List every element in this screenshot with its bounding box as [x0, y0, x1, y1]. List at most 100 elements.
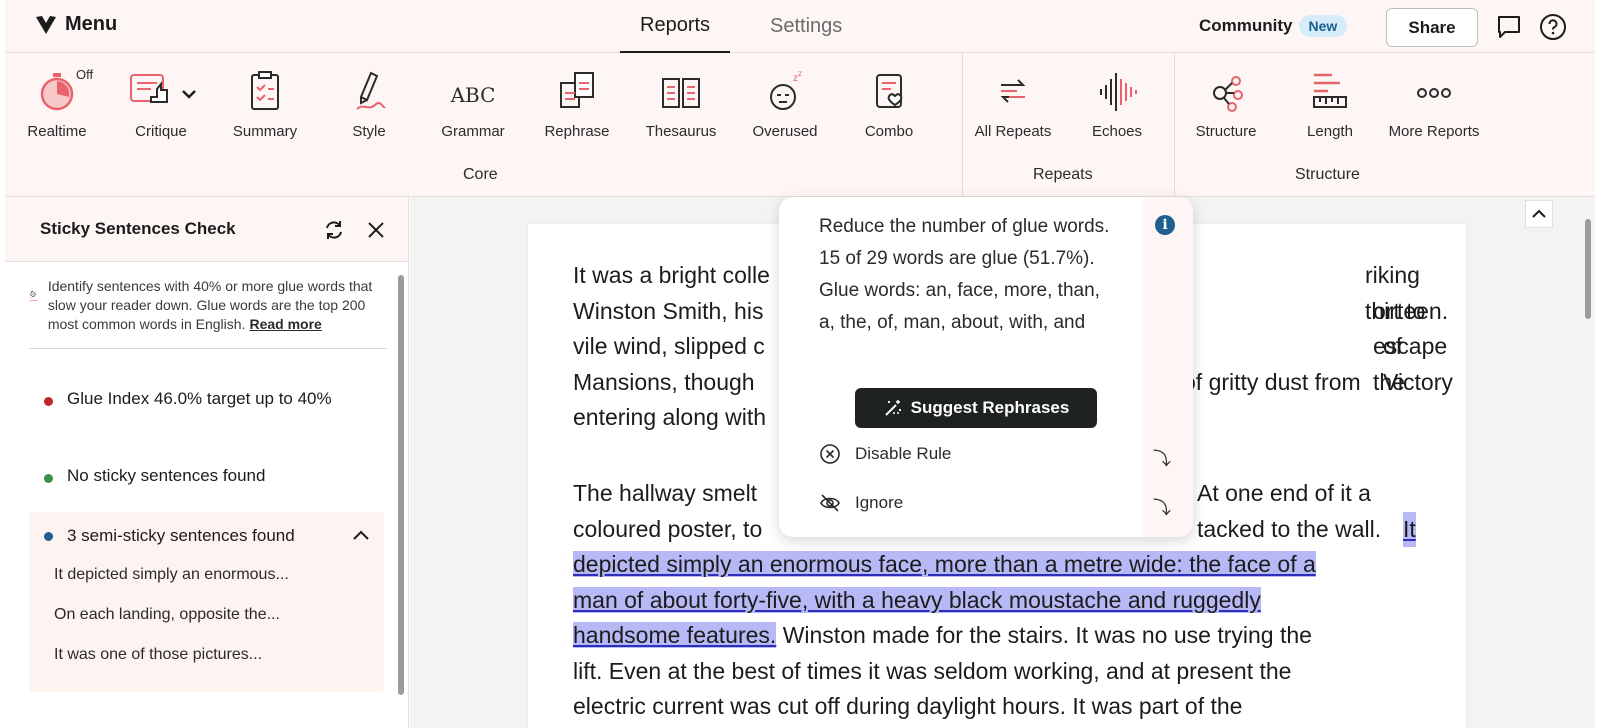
tool-length[interactable]: Length: [1280, 67, 1380, 140]
tool-thesaurus[interactable]: Thesaurus: [631, 67, 731, 140]
tab-settings[interactable]: Settings: [750, 0, 862, 53]
text-fragment: electric current was cut off during dayl…: [573, 693, 1243, 719]
text-fragment: lift. Even at the best of times it was s…: [573, 657, 1292, 684]
suggest-label: Suggest Rephrases: [910, 398, 1070, 417]
editor-scrollbar[interactable]: [1585, 219, 1591, 319]
status-dot: [44, 531, 53, 541]
close-panel-button[interactable]: [365, 219, 387, 246]
tool-label: Structure: [1195, 123, 1257, 140]
panel-description: Identify sentences with 40% or more glue…: [29, 277, 387, 349]
reports-toolbar: Off Realtime Critique Summary Style ABC …: [5, 53, 1595, 197]
soundwave-icon: [1100, 73, 1137, 111]
community-link[interactable]: Community New: [1199, 15, 1348, 37]
tool-style[interactable]: Style: [319, 67, 419, 140]
glue-words-popover: Reduce the number of glue words. 15 of 2…: [779, 197, 1193, 537]
tool-rephrase[interactable]: Rephrase: [527, 67, 627, 140]
semi-sticky-group: 3 semi-sticky sentences found It depicte…: [29, 512, 384, 692]
rephrase-icon: [560, 72, 594, 108]
tool-echoes[interactable]: Echoes: [1067, 67, 1167, 140]
text-fragment: entering along with: [573, 404, 767, 430]
comments-button[interactable]: [1495, 13, 1523, 41]
text-fragment: The hallway smelt: [573, 480, 758, 506]
glue-index-item[interactable]: Glue Index 46.0% target up to 40%: [29, 389, 387, 409]
main-tabs: Reports Settings: [620, 0, 862, 53]
highlighted-sentence[interactable]: It: [1403, 511, 1416, 547]
collapse-group-button[interactable]: [352, 528, 370, 546]
tool-label: Overused: [752, 123, 818, 140]
popover-side-strip: [1143, 197, 1193, 537]
ignore-option[interactable]: Ignore: [819, 492, 903, 514]
stopwatch-icon: [40, 73, 74, 111]
text-fragment: At one end of it a: [1197, 480, 1371, 506]
critique-icon: [130, 74, 196, 103]
sleepy-face-icon: zz: [770, 69, 802, 110]
svg-text:z: z: [798, 69, 802, 78]
menu-button[interactable]: Menu: [35, 13, 117, 36]
new-badge: New: [1298, 15, 1348, 37]
share-button[interactable]: Share: [1386, 8, 1478, 47]
tool-combo[interactable]: Combo: [839, 67, 939, 140]
item-label: No sticky sentences found: [67, 466, 266, 485]
divider: [1174, 53, 1175, 197]
tool-more-reports[interactable]: More Reports: [1384, 67, 1484, 140]
semi-sticky-sentence[interactable]: On each landing, opposite the...: [54, 606, 280, 624]
tool-grammar[interactable]: ABC Grammar: [423, 67, 523, 140]
highlighted-sentence[interactable]: handsome features.: [573, 622, 777, 648]
disable-rule-option[interactable]: Disable Rule: [819, 443, 951, 465]
sticky-sentences-panel: Sticky Sentences Check Identify sentence…: [5, 197, 409, 728]
tab-reports[interactable]: Reports: [620, 0, 731, 53]
semi-sticky-sentence[interactable]: It depicted simply an enormous...: [54, 566, 289, 584]
semi-sticky-sentence[interactable]: It was one of those pictures...: [54, 646, 262, 664]
tool-label: Combo: [864, 123, 914, 140]
help-icon: [1540, 14, 1566, 40]
abc-icon: ABC: [450, 83, 496, 107]
text-fragment: Winston Smith, his: [573, 297, 764, 324]
more-icon: [1417, 88, 1451, 98]
suggest-rephrases-button[interactable]: Suggest Rephrases: [855, 388, 1097, 428]
disable-label: Disable Rule: [855, 444, 952, 463]
sticky-sentences-item[interactable]: No sticky sentences found: [29, 466, 387, 486]
tool-label: Realtime: [27, 123, 87, 140]
tool-overused[interactable]: zz Overused: [735, 67, 835, 140]
highlighted-sentence[interactable]: man of about forty-five, with a heavy bl…: [573, 586, 1261, 613]
tool-label: Critique: [135, 123, 187, 140]
tool-structure[interactable]: Structure: [1176, 67, 1276, 140]
description-text: Identify sentences with 40% or more glue…: [47, 278, 373, 332]
refresh-button[interactable]: [323, 219, 345, 246]
group-repeats: Repeats: [1033, 166, 1093, 183]
tool-label: Summary: [232, 123, 298, 140]
status-dot: [44, 474, 53, 483]
menu-label: Menu: [65, 13, 118, 35]
combo-icon: [876, 74, 903, 108]
tool-summary[interactable]: Summary: [215, 67, 315, 140]
group-core: Core: [463, 166, 498, 183]
read-more-link[interactable]: Read more: [249, 316, 321, 332]
tool-critique[interactable]: Critique: [111, 67, 211, 140]
text-fragment: coloured poster, to: [573, 515, 763, 542]
text-fragment: It was a bright colle: [573, 262, 770, 288]
magic-wand-icon: [884, 400, 901, 416]
info-icon[interactable]: i: [1155, 215, 1175, 235]
help-button[interactable]: [1539, 13, 1567, 41]
pencil-icon: [356, 71, 386, 110]
text-fragment: Mansions, though: [573, 368, 755, 395]
status-dot: [44, 397, 53, 406]
highlighted-sentence[interactable]: depicted simply an enormous face, more t…: [573, 551, 1316, 577]
item-label: 3 semi-sticky sentences found: [67, 526, 295, 545]
top-bar: Menu Reports Settings Community New Shar…: [5, 0, 1595, 53]
panel-title: Sticky Sentences Check: [40, 219, 236, 238]
tool-label: Style: [352, 123, 386, 140]
eye-off-icon: [820, 494, 840, 512]
logo-icon: [36, 15, 56, 34]
shortcut-arrow-icon: ⤵: [1153, 498, 1171, 518]
tool-label: Grammar: [441, 123, 505, 140]
chevron-up-icon: [1532, 209, 1546, 218]
popover-message: Reduce the number of glue words. 15 of 2…: [819, 216, 1110, 333]
tool-realtime[interactable]: Realtime: [7, 67, 107, 140]
semi-sticky-header[interactable]: 3 semi-sticky sentences found: [44, 526, 295, 546]
collapse-toolbar-button[interactable]: [1525, 200, 1553, 228]
sidebar-scrollbar[interactable]: [398, 275, 404, 695]
item-label: Glue Index 46.0% target up to 40%: [67, 389, 332, 408]
comment-icon: [1498, 16, 1520, 38]
tool-all-repeats[interactable]: All Repeats: [963, 67, 1063, 140]
